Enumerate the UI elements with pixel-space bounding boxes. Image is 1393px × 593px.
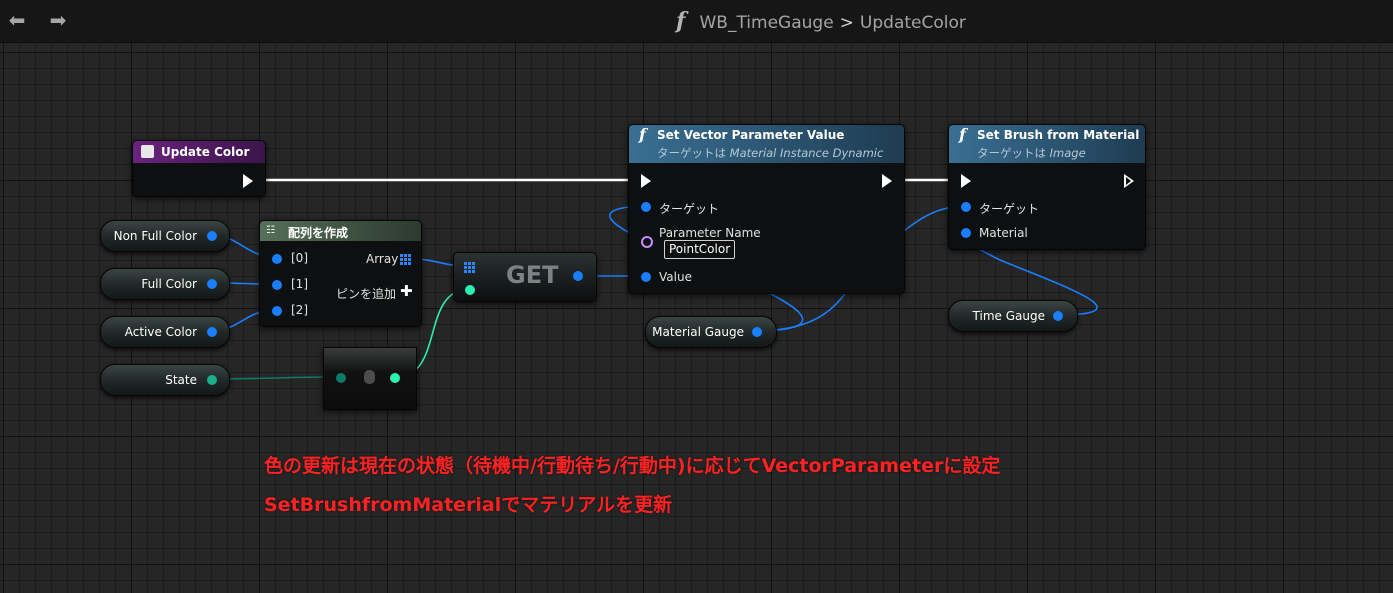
variable-output-pin[interactable] [207, 231, 217, 241]
function-icon: f [959, 125, 966, 144]
array-pin-1[interactable] [272, 280, 282, 290]
array-input-pin[interactable] [464, 262, 475, 273]
node-title: 配列を作成 [288, 226, 349, 240]
parameter-name-field[interactable]: PointColor [664, 240, 736, 259]
node-title: Set Vector Parameter Value [657, 128, 845, 142]
variable-label: Active Color [124, 325, 197, 339]
set-brush-from-material-node[interactable]: f Set Brush from Material ターゲットは Image タ… [948, 124, 1146, 250]
node-title: GET [506, 261, 559, 289]
exec-in-pin[interactable] [961, 174, 971, 188]
node-header: Update Color [133, 141, 265, 163]
make-array-node[interactable]: ☷ 配列を作成 [0] [1] [2] Array ピンを追加 ✚ [259, 220, 422, 327]
add-pin-label[interactable]: ピンを追加 [336, 285, 396, 302]
variable-label: Full Color [141, 277, 197, 291]
variable-state[interactable]: State [100, 364, 230, 396]
index-input-pin[interactable] [465, 285, 475, 295]
variable-output-pin[interactable] [1053, 311, 1063, 321]
event-icon [141, 145, 154, 158]
exec-out-pin[interactable] [1124, 174, 1134, 188]
update-color-event-node[interactable]: Update Color [132, 140, 266, 197]
array-output-pin[interactable] [400, 254, 411, 265]
array-icon: ☷ [266, 225, 275, 236]
variable-output-pin[interactable] [207, 375, 217, 385]
pin-label: [0] [291, 251, 308, 265]
node-title: Set Brush from Material [977, 128, 1140, 142]
node-subtitle: ターゲットは Image [977, 146, 1086, 160]
exec-in-pin[interactable] [641, 174, 651, 188]
exec-out-pin[interactable] [243, 174, 253, 188]
byte-to-int-convert-node[interactable] [323, 347, 417, 410]
exec-out-pin[interactable] [882, 174, 892, 188]
array-pin-2[interactable] [272, 306, 282, 316]
node-title: Update Color [161, 145, 250, 159]
convert-icon [364, 370, 375, 384]
variable-label: State [165, 373, 197, 387]
parameter-name-pin[interactable] [641, 236, 653, 248]
variable-label: Time Gauge [972, 309, 1045, 323]
variable-time-gauge[interactable]: Time Gauge [948, 300, 1078, 332]
variable-material-gauge[interactable]: Material Gauge [645, 316, 777, 348]
variable-label: Material Gauge [652, 325, 744, 339]
pin-label: Material [979, 226, 1028, 240]
node-subtitle: ターゲットは Material Instance Dynamic [657, 146, 884, 160]
output-label: Array [366, 252, 399, 266]
set-vector-parameter-node[interactable]: f Set Vector Parameter Value ターゲットは Mate… [628, 124, 905, 294]
variable-output-pin[interactable] [207, 327, 217, 337]
target-pin[interactable] [641, 202, 651, 212]
get-output-pin[interactable] [573, 271, 583, 281]
variable-full-color[interactable]: Full Color [100, 268, 230, 300]
convert-output-pin[interactable] [390, 373, 400, 383]
node-header: ☷ 配列を作成 [260, 221, 421, 241]
material-pin[interactable] [961, 228, 971, 238]
target-pin[interactable] [961, 202, 971, 212]
variable-label: Non Full Color [113, 229, 197, 243]
pin-label: Parameter Name [659, 226, 761, 240]
annotation-line-2: SetBrushfromMaterialでマテリアルを更新 [264, 494, 673, 516]
convert-input-pin[interactable] [336, 373, 346, 383]
variable-active-color[interactable]: Active Color [100, 316, 230, 348]
pin-label: Value [659, 270, 692, 284]
pin-label: ターゲット [659, 202, 720, 216]
variable-output-pin[interactable] [207, 279, 217, 289]
pin-label: [2] [291, 303, 308, 317]
node-header: f Set Vector Parameter Value ターゲットは Mate… [629, 125, 904, 163]
pin-label: ターゲット [979, 202, 1040, 216]
variable-output-pin[interactable] [752, 327, 762, 337]
variable-non-full-color[interactable]: Non Full Color [100, 220, 230, 252]
array-get-node[interactable]: GET [453, 252, 597, 302]
array-pin-0[interactable] [272, 254, 282, 264]
annotation-line-1: 色の更新は現在の状態（待機中/行動待ち/行動中)に応じてVectorParame… [264, 455, 1001, 477]
value-pin[interactable] [641, 272, 651, 282]
pin-label: [1] [291, 277, 308, 291]
plus-icon[interactable]: ✚ [400, 282, 413, 300]
function-icon: f [639, 125, 646, 144]
node-header: f Set Brush from Material ターゲットは Image [949, 125, 1145, 163]
